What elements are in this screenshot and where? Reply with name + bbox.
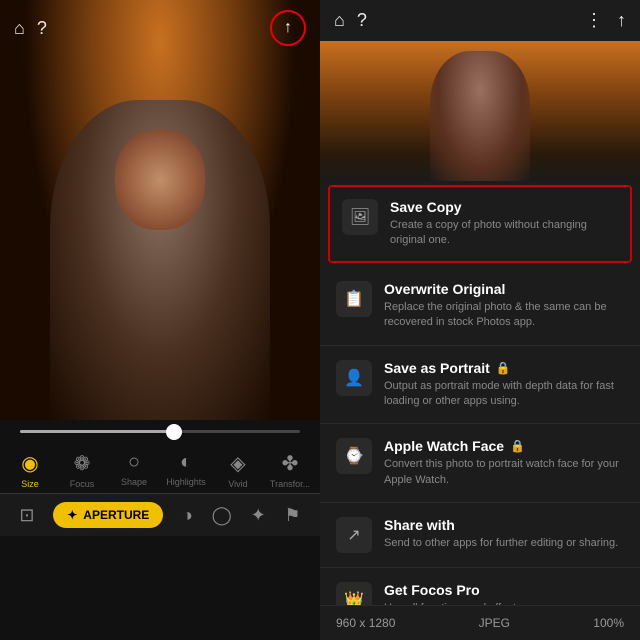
size-label: Size	[21, 479, 39, 489]
slider-thumb[interactable]	[166, 424, 182, 440]
save-portrait-icon: 👤	[344, 368, 364, 388]
save-portrait-lock-icon: 🔒	[496, 361, 511, 375]
save-copy-title: Save Copy	[390, 199, 618, 215]
status-format: JPEG	[479, 616, 510, 630]
right-top-bar: ⌂ ? ⋮ ↑	[320, 0, 640, 41]
apple-watch-title: Apple Watch Face 🔒	[384, 438, 624, 454]
tab-size[interactable]: ◉ Size	[8, 451, 52, 489]
right-upload-icon[interactable]: ↑	[617, 10, 626, 31]
save-portrait-title: Save as Portrait 🔒	[384, 360, 624, 376]
status-dimensions: 960 x 1280	[336, 616, 395, 630]
wand-icon[interactable]: ✦	[251, 505, 266, 526]
save-portrait-desc: Output as portrait mode with depth data …	[384, 379, 624, 410]
share-text: Share with Send to other apps for furthe…	[384, 517, 624, 551]
apple-watch-icon: ⌚	[344, 446, 364, 466]
focos-pro-desc: Use all functions and effects.	[384, 601, 624, 605]
focus-icon: ❁	[74, 451, 91, 476]
right-photo-preview	[320, 41, 640, 181]
menu-item-save-portrait[interactable]: 👤 Save as Portrait 🔒 Output as portrait …	[320, 346, 640, 425]
left-top-left-icons: ⌂ ?	[14, 18, 47, 39]
focos-pro-title: Get Focos Pro	[384, 582, 624, 598]
save-copy-icon: 🖼	[350, 207, 370, 227]
photo-person	[50, 100, 270, 420]
menu-item-save-copy[interactable]: 🖼 Save Copy Create a copy of photo witho…	[328, 185, 632, 263]
share-icon-wrap: ↗	[336, 517, 372, 553]
share-icon: ↗	[347, 525, 360, 545]
transform-icon: ✤	[282, 451, 299, 476]
apple-watch-text: Apple Watch Face 🔒 Convert this photo to…	[384, 438, 624, 488]
right-top-left-icons: ⌂ ?	[334, 10, 367, 31]
home-icon[interactable]: ⌂	[14, 18, 25, 39]
apple-watch-lock-icon: 🔒	[510, 439, 525, 453]
upload-button[interactable]: ↑	[270, 10, 306, 46]
save-portrait-text: Save as Portrait 🔒 Output as portrait mo…	[384, 360, 624, 410]
highlights-icon: ◐	[180, 451, 192, 474]
dots-icon[interactable]: ⋮	[585, 10, 603, 31]
menu-item-share[interactable]: ↗ Share with Send to other apps for furt…	[320, 503, 640, 568]
overwrite-icon-wrap: 📋	[336, 281, 372, 317]
left-top-bar: ⌂ ? ↑	[0, 0, 320, 56]
right-panel: ⌂ ? ⋮ ↑ 🖼 Save Copy Create a copy of pho…	[320, 0, 640, 640]
save-copy-text: Save Copy Create a copy of photo without…	[390, 199, 618, 249]
bottom-toolbar: ⊡ ✦ APERTURE ◑ ◯ ✦ ⚑	[0, 493, 320, 536]
tab-focus[interactable]: ❁ Focus	[60, 451, 104, 489]
focus-label: Focus	[70, 479, 95, 489]
vivid-icon: ◈	[230, 451, 245, 476]
compare-icon[interactable]: ◑	[182, 505, 193, 526]
menu-item-apple-watch[interactable]: ⌚ Apple Watch Face 🔒 Convert this photo …	[320, 424, 640, 503]
aperture-icon: ✦	[67, 508, 77, 522]
menu-item-focos-pro[interactable]: 👑 Get Focos Pro Use all functions and ef…	[320, 568, 640, 605]
size-slider[interactable]	[20, 430, 300, 433]
photo-head	[115, 130, 205, 230]
export-menu-list: 🖼 Save Copy Create a copy of photo witho…	[320, 181, 640, 605]
transform-label: Transfor...	[270, 479, 310, 489]
tab-highlights[interactable]: ◐ Highlights	[164, 451, 208, 489]
share-title: Share with	[384, 517, 624, 533]
right-help-icon[interactable]: ?	[357, 10, 367, 31]
overwrite-title: Overwrite Original	[384, 281, 624, 297]
menu-item-overwrite[interactable]: 📋 Overwrite Original Replace the origina…	[320, 267, 640, 346]
light-icon[interactable]: ◯	[212, 505, 232, 526]
slider-container	[0, 420, 320, 443]
upload-icon: ↑	[284, 19, 292, 37]
photo-preview-left	[0, 0, 320, 420]
apple-watch-icon-wrap: ⌚	[336, 438, 372, 474]
aperture-button[interactable]: ✦ APERTURE	[53, 502, 163, 528]
vivid-label: Vivid	[228, 479, 247, 489]
help-icon[interactable]: ?	[37, 18, 47, 39]
save-portrait-icon-wrap: 👤	[336, 360, 372, 396]
tab-vivid[interactable]: ◈ Vivid	[216, 451, 260, 489]
highlights-label: Highlights	[166, 477, 206, 487]
size-icon: ◉	[21, 451, 38, 476]
focos-pro-icon: 👑	[344, 590, 364, 605]
share-desc: Send to other apps for further editing o…	[384, 536, 624, 551]
right-photo-overlay	[430, 51, 530, 181]
overwrite-desc: Replace the original photo & the same ca…	[384, 300, 624, 331]
right-top-right-icons: ⋮ ↑	[585, 10, 626, 31]
save-copy-desc: Create a copy of photo without changing …	[390, 218, 618, 249]
right-home-icon[interactable]: ⌂	[334, 10, 345, 31]
focos-pro-icon-wrap: 👑	[336, 582, 372, 605]
left-panel: ⌂ ? ↑ ◉ Size ❁ Focus ○ Shape	[0, 0, 320, 640]
flag-icon[interactable]: ⚑	[284, 505, 300, 526]
overwrite-text: Overwrite Original Replace the original …	[384, 281, 624, 331]
aperture-label: APERTURE	[83, 508, 149, 522]
slider-fill	[20, 430, 174, 433]
crop-icon[interactable]: ⊡	[19, 505, 34, 526]
status-bar: 960 x 1280 JPEG 100%	[320, 605, 640, 640]
focos-pro-text: Get Focos Pro Use all functions and effe…	[384, 582, 624, 605]
tab-transform[interactable]: ✤ Transfor...	[268, 451, 312, 489]
tool-tabs: ◉ Size ❁ Focus ○ Shape ◐ Highlights ◈ Vi…	[0, 443, 320, 493]
apple-watch-desc: Convert this photo to portrait watch fac…	[384, 457, 624, 488]
shape-icon: ○	[128, 451, 140, 474]
overwrite-icon: 📋	[344, 289, 364, 309]
status-zoom: 100%	[593, 616, 624, 630]
shape-label: Shape	[121, 477, 147, 487]
save-copy-icon-wrap: 🖼	[342, 199, 378, 235]
tab-shape[interactable]: ○ Shape	[112, 451, 156, 489]
